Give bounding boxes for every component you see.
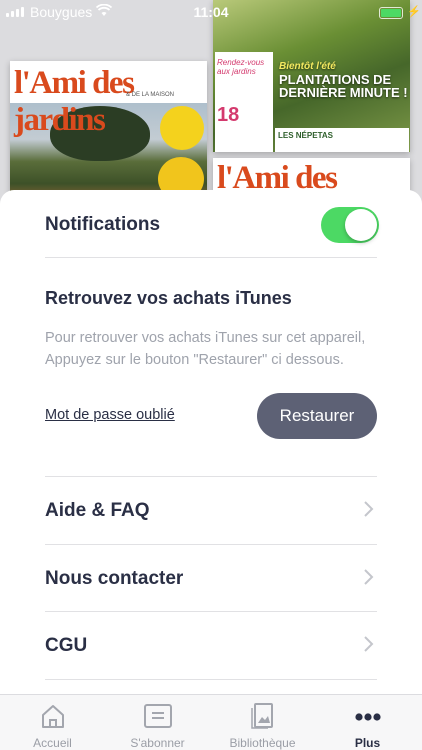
itunes-description: Pour retrouver vos achats iTunes sur cet… [45,330,366,368]
cover-headline: Bientôt l'été PLANTATIONS DE DERNIÈRE MI… [279,60,409,99]
toggle-knob [345,209,377,241]
menu-row-help[interactable]: Aide & FAQ [45,478,377,544]
cover-masthead: l'Ami des jardins [14,65,135,138]
forgot-password-link[interactable]: Mot de passe oublié [45,407,175,423]
divider [45,679,377,680]
menu-label: Nous contacter [45,568,184,589]
magazine-covers-background: l'Ami des jardins & DE LA MAISON Rendez-… [0,0,422,220]
tab-subscribe[interactable]: S'abonner [105,695,210,750]
more-icon [354,713,381,721]
tab-library[interactable]: Bibliothèque [210,695,315,750]
notifications-toggle[interactable] [321,207,379,243]
status-bar: Bouygues 11:04 ⚡ [0,0,422,24]
tab-bar: Accueil S'abonner Bibliothèque Plus [0,694,422,750]
tab-label: Bibliothèque [229,736,296,750]
cover-inset-title: Rendez-vous aux jardins [217,58,265,76]
restore-button[interactable]: Restaurer [257,393,377,439]
settings-sheet: Notifications Retrouvez vos achats iTune… [0,190,422,694]
notifications-row: Notifications [45,190,379,258]
divider [45,544,377,545]
menu-row-contact[interactable]: Nous contacter [45,546,377,612]
battery-icon [379,7,403,19]
divider [45,476,377,477]
notifications-label: Notifications [45,214,161,235]
chevron-right-icon [364,636,374,652]
cover-masthead-sub: & DE LA MAISON [126,92,175,98]
menu-label: CGU [45,635,88,656]
tab-more[interactable]: Plus [315,695,420,750]
divider [45,611,377,612]
tab-label: Accueil [33,736,72,750]
charging-icon: ⚡ [407,6,421,18]
subscribe-icon [143,704,172,728]
menu-row-cgu[interactable]: CGU [45,613,377,679]
home-icon [41,705,64,728]
status-time: 11:04 [193,4,229,20]
cover-big-number: 18 [217,104,240,126]
chevron-right-icon [364,569,374,585]
tab-label: Plus [354,736,381,750]
chevron-right-icon [364,501,374,517]
itunes-title: Retrouvez vos achats iTunes [45,288,292,308]
menu-label: Aide & FAQ [45,500,150,521]
tab-home[interactable]: Accueil [0,695,105,750]
tab-label: S'abonner [130,736,185,750]
library-icon [250,703,273,729]
cover-headline-main: PLANTATIONS DE DERNIÈRE MINUTE ! [279,72,408,100]
cover-box-title: LES NÉPETAS [275,128,409,152]
